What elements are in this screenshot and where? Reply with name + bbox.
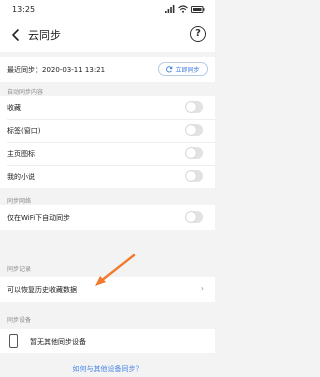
device-list-empty: 暂无其他同步设备: [0, 329, 215, 353]
how-to-sync-link[interactable]: 如何与其他设备同步？: [0, 364, 215, 374]
setting-label-favorites: 收藏: [7, 103, 21, 112]
setting-label-my-novels: 我的小说: [7, 172, 35, 181]
help-icon[interactable]: ?: [190, 26, 206, 42]
toggle-wifi-only[interactable]: [185, 211, 203, 223]
signal-icon: [165, 5, 175, 13]
chevron-right-icon: ›: [200, 284, 204, 293]
setting-label-home-icons: 主页图标: [7, 149, 35, 158]
last-sync-text: 最近同步：2020-03-11 13:21: [7, 66, 106, 74]
sync-records-list: 可以恢复历史收藏数据 ›: [0, 277, 215, 302]
setting-row-tabs: 标签(窗口): [0, 119, 215, 142]
battery-icon: [191, 5, 205, 13]
setting-label-wifi-only: 仅在WiFi下自动同步: [7, 213, 71, 222]
auto-sync-list: 收藏 标签(窗口) 主页图标 我的小说: [0, 96, 215, 188]
wifi-icon: [178, 5, 188, 13]
toggle-my-novels[interactable]: [185, 170, 203, 182]
setting-row-my-novels: 我的小说: [0, 165, 215, 188]
section-header-auto-sync: 自动同步内容: [7, 89, 44, 96]
toggle-tabs[interactable]: [185, 124, 203, 136]
setting-label-tabs: 标签(窗口): [7, 126, 41, 135]
toggle-favorites[interactable]: [185, 101, 203, 113]
restore-history-label: 可以恢复历史收藏数据: [7, 285, 77, 294]
no-devices-text: 暂无其他同步设备: [30, 338, 86, 346]
page-title: 云同步: [28, 29, 61, 42]
section-header-sync-records: 同步记录: [7, 266, 32, 273]
section-header-sync-network: 同步网络: [7, 198, 32, 205]
toggle-home-icons[interactable]: [185, 147, 203, 159]
title-bar: 云同步 ?: [0, 18, 215, 52]
sync-network-list: 仅在WiFi下自动同步: [0, 205, 215, 230]
restore-history-row[interactable]: 可以恢复历史收藏数据 ›: [0, 277, 215, 302]
status-time: 13:25: [12, 4, 36, 14]
section-header-sync-devices: 同步设备: [7, 317, 32, 324]
setting-row-favorites: 收藏: [0, 96, 215, 119]
chevron-left-icon[interactable]: [8, 27, 24, 43]
last-sync-row: 最近同步：2020-03-11 13:21 立即同步: [0, 57, 215, 82]
refresh-icon: [166, 65, 173, 72]
sync-now-button[interactable]: 立即同步: [158, 62, 208, 76]
setting-row-wifi-only: 仅在WiFi下自动同步: [0, 205, 215, 230]
status-bar: 13:25: [0, 0, 215, 18]
phone-icon: [9, 334, 18, 348]
status-icons: [165, 5, 205, 13]
sync-now-label: 立即同步: [175, 66, 200, 74]
setting-row-home-icons: 主页图标: [0, 142, 215, 165]
